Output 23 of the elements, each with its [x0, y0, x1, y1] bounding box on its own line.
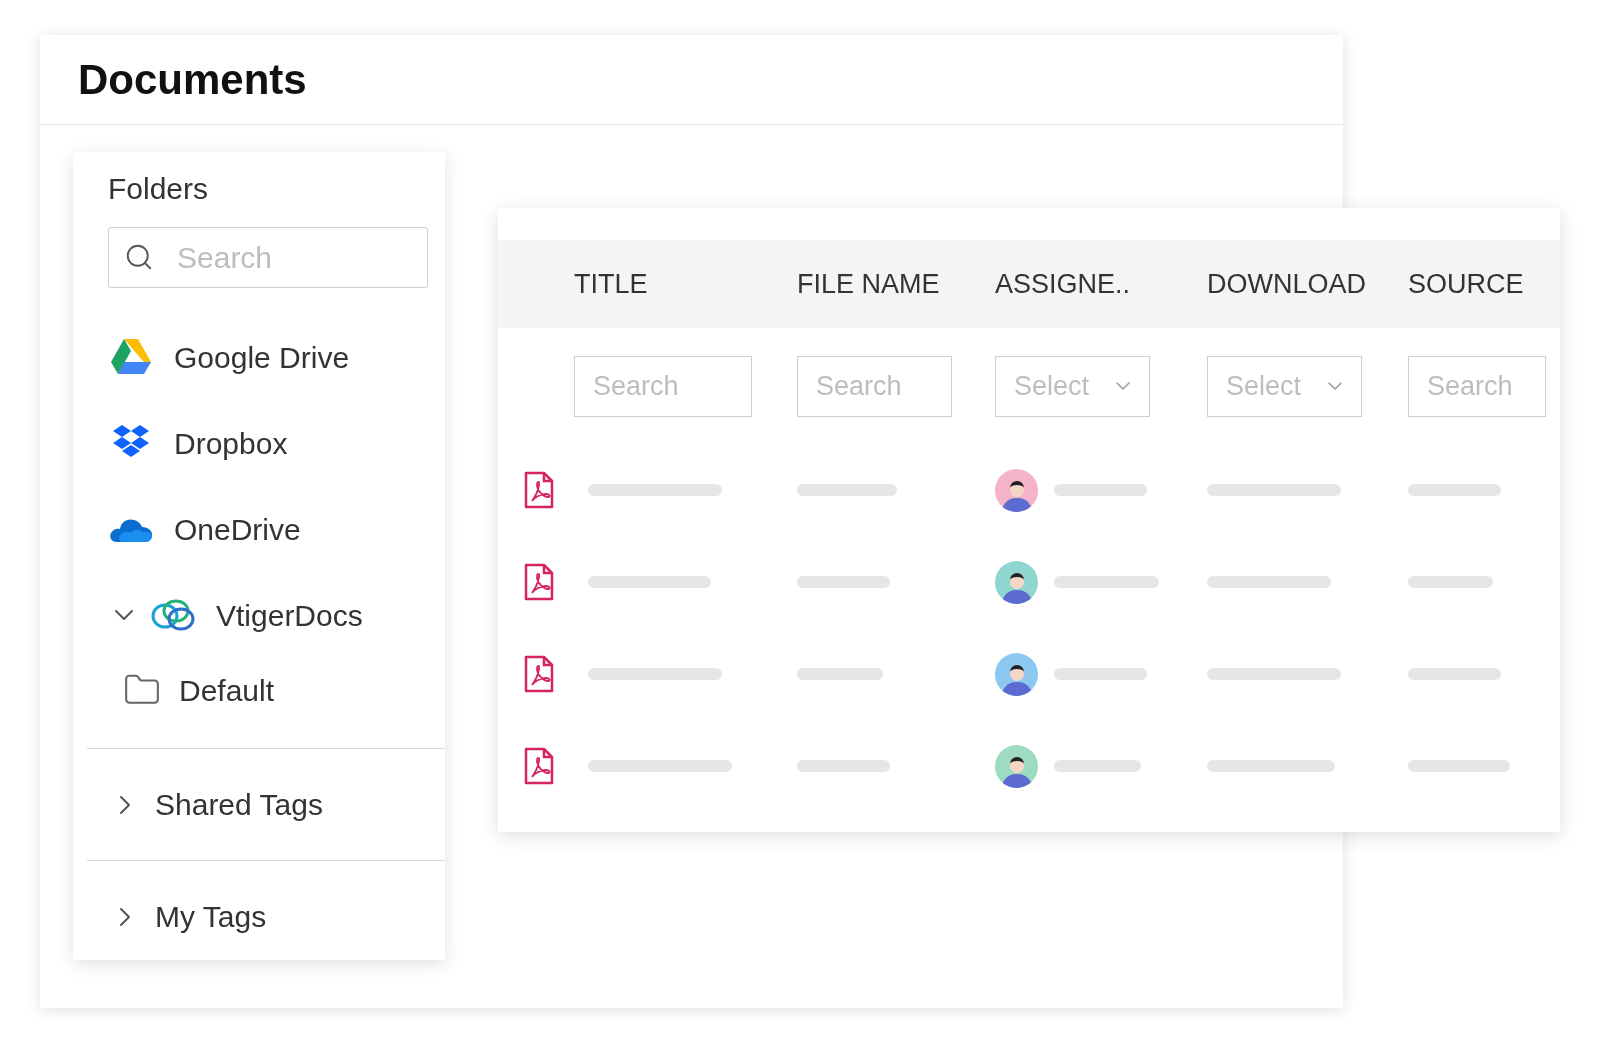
folder-item[interactable]: Dropbox — [73, 400, 445, 486]
rings-logo-icon — [150, 598, 196, 632]
search-icon — [124, 242, 154, 272]
drive-logo-icon — [111, 339, 151, 375]
folder-item[interactable]: Google Drive — [73, 314, 445, 400]
column-header[interactable]: TITLE — [574, 263, 797, 305]
pdf-file-icon — [524, 563, 554, 601]
column-header[interactable]: FILE NAME — [797, 263, 995, 305]
search-field[interactable]: Search — [797, 355, 952, 417]
page-title: Documents — [78, 55, 307, 105]
folder-item[interactable]: OneDrive — [73, 486, 445, 572]
panel-title: Folders — [108, 171, 210, 207]
pdf-file-icon — [524, 655, 554, 693]
column-header[interactable]: DOWNLOAD — [1207, 263, 1408, 305]
search-field[interactable]: Search — [108, 227, 428, 288]
pdf-file-icon — [524, 747, 554, 785]
tag-section-header[interactable]: My Tags — [87, 861, 445, 972]
tag-section-header[interactable]: Shared Tags — [87, 749, 445, 860]
search-field[interactable]: Search — [574, 355, 752, 417]
search-field[interactable]: Search — [1408, 355, 1546, 417]
pdf-file-icon — [524, 471, 554, 509]
column-header[interactable]: ASSIGNE.. — [995, 263, 1207, 305]
column-header[interactable]: SOURCE — [1408, 263, 1560, 305]
